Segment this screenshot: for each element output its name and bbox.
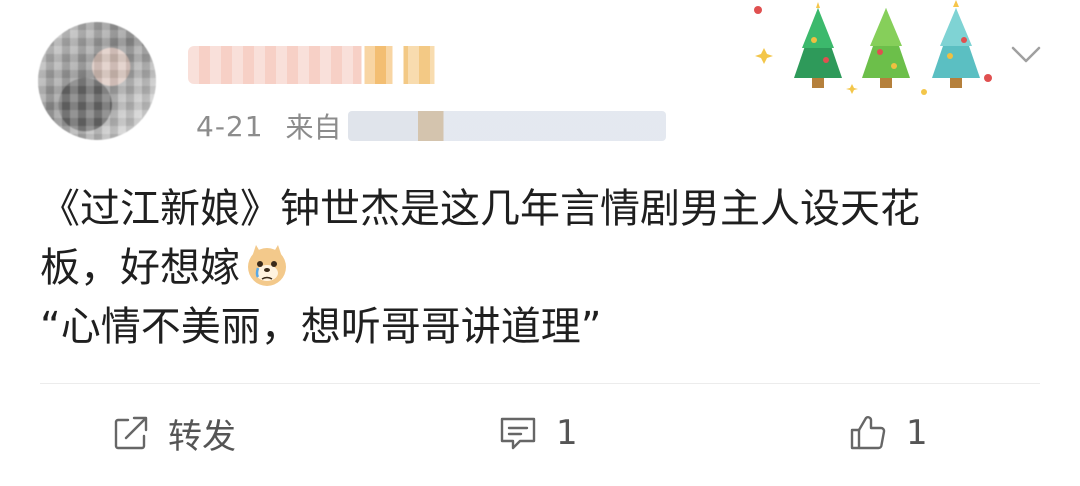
thumbs-up-icon [850, 416, 886, 450]
username-blurred[interactable] [188, 46, 468, 84]
source-blurred [347, 111, 666, 141]
source-prefix: 来自 [285, 111, 342, 144]
post-date: 4-21 [196, 109, 264, 143]
post-text-line: “心情不美丽，想听哥哥讲道理” [40, 304, 602, 350]
chevron-down-icon[interactable] [1010, 44, 1042, 66]
post-meta: 4-21 来自 [196, 106, 666, 146]
comment-count: 1 [556, 413, 578, 453]
repost-button[interactable]: 转发 [112, 408, 236, 458]
divider [40, 383, 1040, 384]
crying-doge-emoji [248, 245, 286, 286]
repost-label: 转发 [168, 416, 236, 457]
christmas-trees-decoration [754, 0, 992, 95]
comment-button[interactable]: 1 [498, 408, 578, 458]
like-count: 1 [906, 413, 928, 453]
post-content: 《过江新娘》钟世杰是这几年言情剧男主人设天花 板，好想嫁 “心情不美丽，想听哥哥… [40, 180, 1040, 357]
post-text-line: 板，好想嫁 [40, 239, 1040, 298]
comment-icon [500, 417, 536, 450]
post-text-fragment: 板，好想嫁 [40, 245, 240, 291]
like-button[interactable]: 1 [848, 408, 928, 458]
post-text-line: 《过江新娘》钟世杰是这几年言情剧男主人设天花 [40, 186, 920, 232]
avatar[interactable] [38, 22, 156, 140]
repost-icon [114, 416, 148, 450]
